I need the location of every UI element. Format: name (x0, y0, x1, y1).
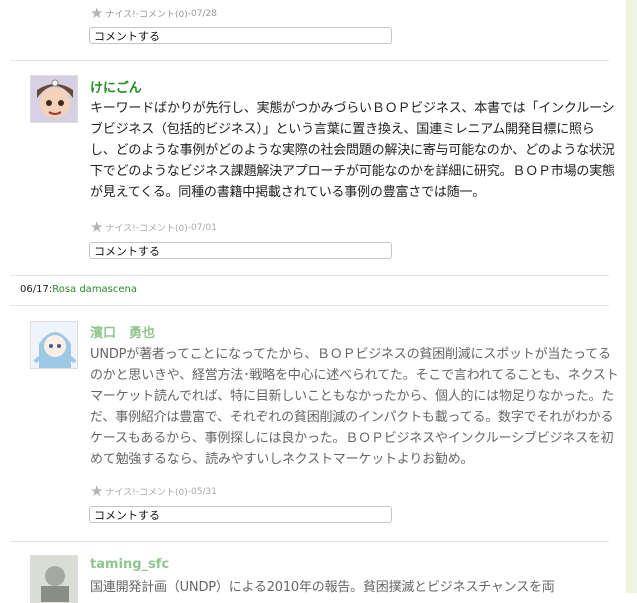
review-text: キーワードばかりが先行し、実態がつかみづらいＢＯＰビジネス、本書では「インクルー… (90, 101, 615, 200)
page-right-margin (626, 0, 637, 593)
comment-button[interactable]: コメントする (89, 506, 392, 523)
review-author[interactable]: けにごん (90, 77, 142, 96)
avatar[interactable] (30, 555, 78, 603)
review-meta: ★ ナイス! - コメント(0) - 07/01 (90, 218, 217, 236)
nice-star-icon[interactable]: ★ (90, 6, 103, 21)
top-entry-meta: ★ ナイス! - コメント(0) - 07/28 (90, 4, 217, 22)
nice-link[interactable]: ナイス! (105, 485, 135, 498)
review-meta: ★ ナイス! - コメント(0) - 05/31 (90, 482, 217, 500)
nice-star-icon[interactable]: ★ (90, 484, 103, 499)
divider (10, 275, 609, 276)
avatar[interactable] (30, 75, 78, 123)
entry-date: 05/31 (191, 486, 217, 497)
comment-count-link[interactable]: コメント(0) (139, 221, 188, 234)
entry-date: 07/28 (191, 8, 217, 19)
nice-link[interactable]: ナイス! (105, 7, 135, 20)
comment-button[interactable]: コメントする (89, 27, 392, 44)
avatar[interactable] (30, 321, 78, 369)
nice-star-icon[interactable]: ★ (90, 220, 103, 235)
divider (10, 60, 609, 61)
review-author[interactable]: 濱口 勇也 (90, 322, 155, 341)
review-text: 国連開発計画（UNDP）による2010年の報告。貧困撲滅とビジネスチャンスを両 (90, 580, 555, 595)
comment-button[interactable]: コメントする (89, 242, 392, 259)
log-date: 06/17 (20, 284, 49, 295)
review-text: UNDPが著者ってことになってたから、ＢＯＰビジネスの貧困削減にスポットが当たっ… (90, 347, 619, 467)
divider (10, 305, 609, 306)
log-user-link[interactable]: Rosa damascena (52, 284, 137, 295)
entry-date: 07/01 (191, 222, 217, 233)
review-author[interactable]: taming_sfc (90, 557, 169, 572)
reading-log-entry: 06/17:Rosa damascena (20, 284, 138, 295)
comment-count-link[interactable]: コメント(0) (139, 7, 188, 20)
nice-link[interactable]: ナイス! (105, 221, 135, 234)
comment-count-link[interactable]: コメント(0) (139, 485, 188, 498)
divider (10, 541, 609, 542)
